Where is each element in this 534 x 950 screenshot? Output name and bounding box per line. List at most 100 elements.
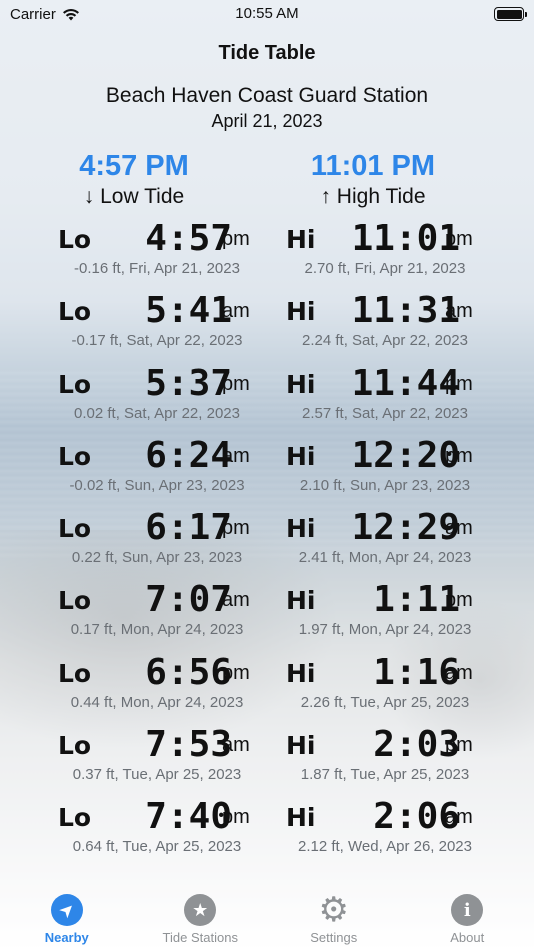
next-low-time: 4:57 PM (79, 150, 189, 182)
location-arrow-icon: ➤ (44, 887, 90, 933)
low-tag: Lo (58, 441, 92, 471)
low-ampm: pm (222, 372, 250, 395)
low-ampm: am (222, 444, 250, 467)
high-tide-entry: Hi 1:11 pm 1.97 ft, Mon, Apr 24, 2023 (280, 576, 520, 648)
low-ampm: am (222, 734, 250, 757)
high-info: 1.97 ft, Mon, Apr 24, 2023 (298, 621, 472, 639)
low-ampm: pm (222, 661, 250, 684)
low-tag: Lo (58, 731, 92, 761)
tide-list[interactable]: Lo 4:57 pm -0.16 ft, Fri, Apr 21, 2023 H… (0, 215, 534, 866)
clock: 10:55 AM (235, 5, 299, 22)
tab-about[interactable]: i About (401, 888, 534, 945)
low-time: 7:40 (145, 796, 232, 838)
high-tag: Hi (286, 658, 316, 688)
low-info: 0.17 ft, Mon, Apr 24, 2023 (70, 621, 244, 639)
low-tide-label: ↓ Low Tide (83, 185, 185, 208)
low-time: 7:07 (145, 579, 232, 621)
low-tide-entry: Lo 6:24 am -0.02 ft, Sun, Apr 23, 2023 (52, 432, 292, 504)
low-tag: Lo (58, 658, 92, 688)
tide-row: Lo 4:57 pm -0.16 ft, Fri, Apr 21, 2023 H… (0, 215, 534, 287)
low-tide-entry: Lo 6:17 pm 0.22 ft, Sun, Apr 23, 2023 (52, 504, 292, 576)
low-info: 0.02 ft, Sat, Apr 22, 2023 (74, 404, 240, 422)
high-ampm: pm (445, 444, 473, 467)
low-info: -0.17 ft, Sat, Apr 22, 2023 (71, 332, 243, 350)
low-info: 0.22 ft, Sun, Apr 23, 2023 (71, 549, 243, 567)
tide-row: Lo 5:37 pm 0.02 ft, Sat, Apr 22, 2023 Hi… (0, 360, 534, 432)
high-tide-entry: Hi 11:01 pm 2.70 ft, Fri, Apr 21, 2023 (280, 215, 520, 287)
low-info: 0.44 ft, Mon, Apr 24, 2023 (70, 693, 244, 711)
high-info: 2.24 ft, Sat, Apr 22, 2023 (302, 332, 468, 350)
high-tag: Hi (286, 297, 316, 327)
high-info: 2.70 ft, Fri, Apr 21, 2023 (304, 260, 466, 277)
tide-row: Lo 6:17 pm 0.22 ft, Sun, Apr 23, 2023 Hi… (0, 504, 534, 576)
next-high-time: 11:01 PM (310, 150, 436, 182)
tab-label: Settings (310, 930, 358, 945)
high-time: 12:20 (351, 434, 460, 476)
low-time: 5:41 (145, 290, 232, 332)
tide-row: Lo 5:41 am -0.17 ft, Sat, Apr 22, 2023 H… (0, 287, 534, 359)
tab-label: Nearby (44, 930, 89, 945)
high-info: 2.41 ft, Mon, Apr 24, 2023 (298, 549, 472, 567)
high-tag: Hi (286, 225, 316, 254)
high-tide-label: ↑ High Tide (320, 185, 426, 208)
tab-nearby[interactable]: ➤ Nearby (0, 887, 133, 945)
high-tag: Hi (286, 586, 316, 616)
low-ampm: am (222, 300, 250, 323)
high-ampm: pm (445, 589, 473, 612)
high-tag: Hi (286, 441, 316, 471)
tide-row: Lo 7:40 pm 0.64 ft, Tue, Apr 25, 2023 Hi… (0, 793, 534, 865)
tide-row: Lo 6:24 am -0.02 ft, Sun, Apr 23, 2023 H… (0, 432, 534, 504)
high-tide-entry: Hi 12:20 pm 2.10 ft, Sun, Apr 23, 2023 (280, 432, 520, 504)
low-ampm: am (222, 589, 250, 612)
high-tide-entry: Hi 1:16 am 2.26 ft, Tue, Apr 25, 2023 (280, 649, 520, 721)
low-tag: Lo (58, 297, 92, 327)
low-time: 6:17 (145, 507, 232, 549)
low-time: 4:57 (145, 218, 232, 259)
low-tide-entry: Lo 4:57 pm -0.16 ft, Fri, Apr 21, 2023 (52, 215, 292, 287)
high-ampm: pm (445, 372, 473, 395)
next-high-tide: 11:01 PM ↑ High Tide (263, 150, 483, 209)
high-tag: Hi (286, 803, 316, 833)
low-info: -0.02 ft, Sun, Apr 23, 2023 (69, 476, 245, 494)
battery-icon (494, 7, 527, 21)
tab-settings[interactable]: ⚙ Settings (267, 888, 400, 945)
high-tide-entry: Hi 11:44 pm 2.57 ft, Sat, Apr 22, 2023 (280, 360, 520, 432)
high-tag: Hi (286, 731, 316, 761)
next-low-tide: 4:57 PM ↓ Low Tide (24, 150, 244, 209)
high-time: 12:29 (351, 507, 460, 549)
low-ampm: pm (222, 228, 250, 250)
high-time: 11:44 (351, 362, 460, 404)
tab-tide-stations[interactable]: ★ Tide Stations (134, 888, 267, 945)
high-info: 2.26 ft, Tue, Apr 25, 2023 (300, 693, 470, 711)
low-tide-entry: Lo 5:37 pm 0.02 ft, Sat, Apr 22, 2023 (52, 360, 292, 432)
low-info: 0.64 ft, Tue, Apr 25, 2023 (72, 838, 242, 856)
low-ampm: pm (222, 517, 250, 540)
low-tide-entry: Lo 7:53 am 0.37 ft, Tue, Apr 25, 2023 (52, 721, 292, 793)
low-tide-entry: Lo 7:07 am 0.17 ft, Mon, Apr 24, 2023 (52, 576, 292, 648)
tab-bar: ➤ Nearby ★ Tide Stations ⚙ Settings i Ab… (0, 887, 534, 950)
low-tag: Lo (58, 225, 92, 254)
high-ampm: pm (445, 228, 473, 250)
star-icon: ★ (184, 894, 217, 926)
high-ampm: pm (445, 734, 473, 757)
info-icon: i (451, 894, 484, 926)
high-tag: Hi (286, 369, 316, 399)
high-ampm: am (445, 806, 473, 829)
gear-icon: ⚙ (318, 891, 349, 929)
low-tag: Lo (58, 803, 92, 833)
high-time: 11:01 (351, 218, 460, 259)
station-name: Beach Haven Coast Guard Station (105, 84, 429, 107)
low-tag: Lo (58, 586, 92, 616)
low-time: 6:24 (145, 434, 232, 476)
current-date: April 21, 2023 (211, 111, 323, 131)
high-tide-entry: Hi 2:03 pm 1.87 ft, Tue, Apr 25, 2023 (280, 721, 520, 793)
low-tide-entry: Lo 5:41 am -0.17 ft, Sat, Apr 22, 2023 (52, 287, 292, 359)
status-bar: Carrier 10:55 AM (0, 0, 534, 28)
low-time: 7:53 (145, 724, 232, 766)
low-tag: Lo (58, 369, 92, 399)
high-ampm: am (445, 300, 473, 323)
low-tide-entry: Lo 6:56 pm 0.44 ft, Mon, Apr 24, 2023 (52, 649, 292, 721)
low-info: -0.16 ft, Fri, Apr 21, 2023 (74, 260, 240, 277)
low-info: 0.37 ft, Tue, Apr 25, 2023 (72, 766, 242, 784)
high-ampm: am (445, 661, 473, 684)
